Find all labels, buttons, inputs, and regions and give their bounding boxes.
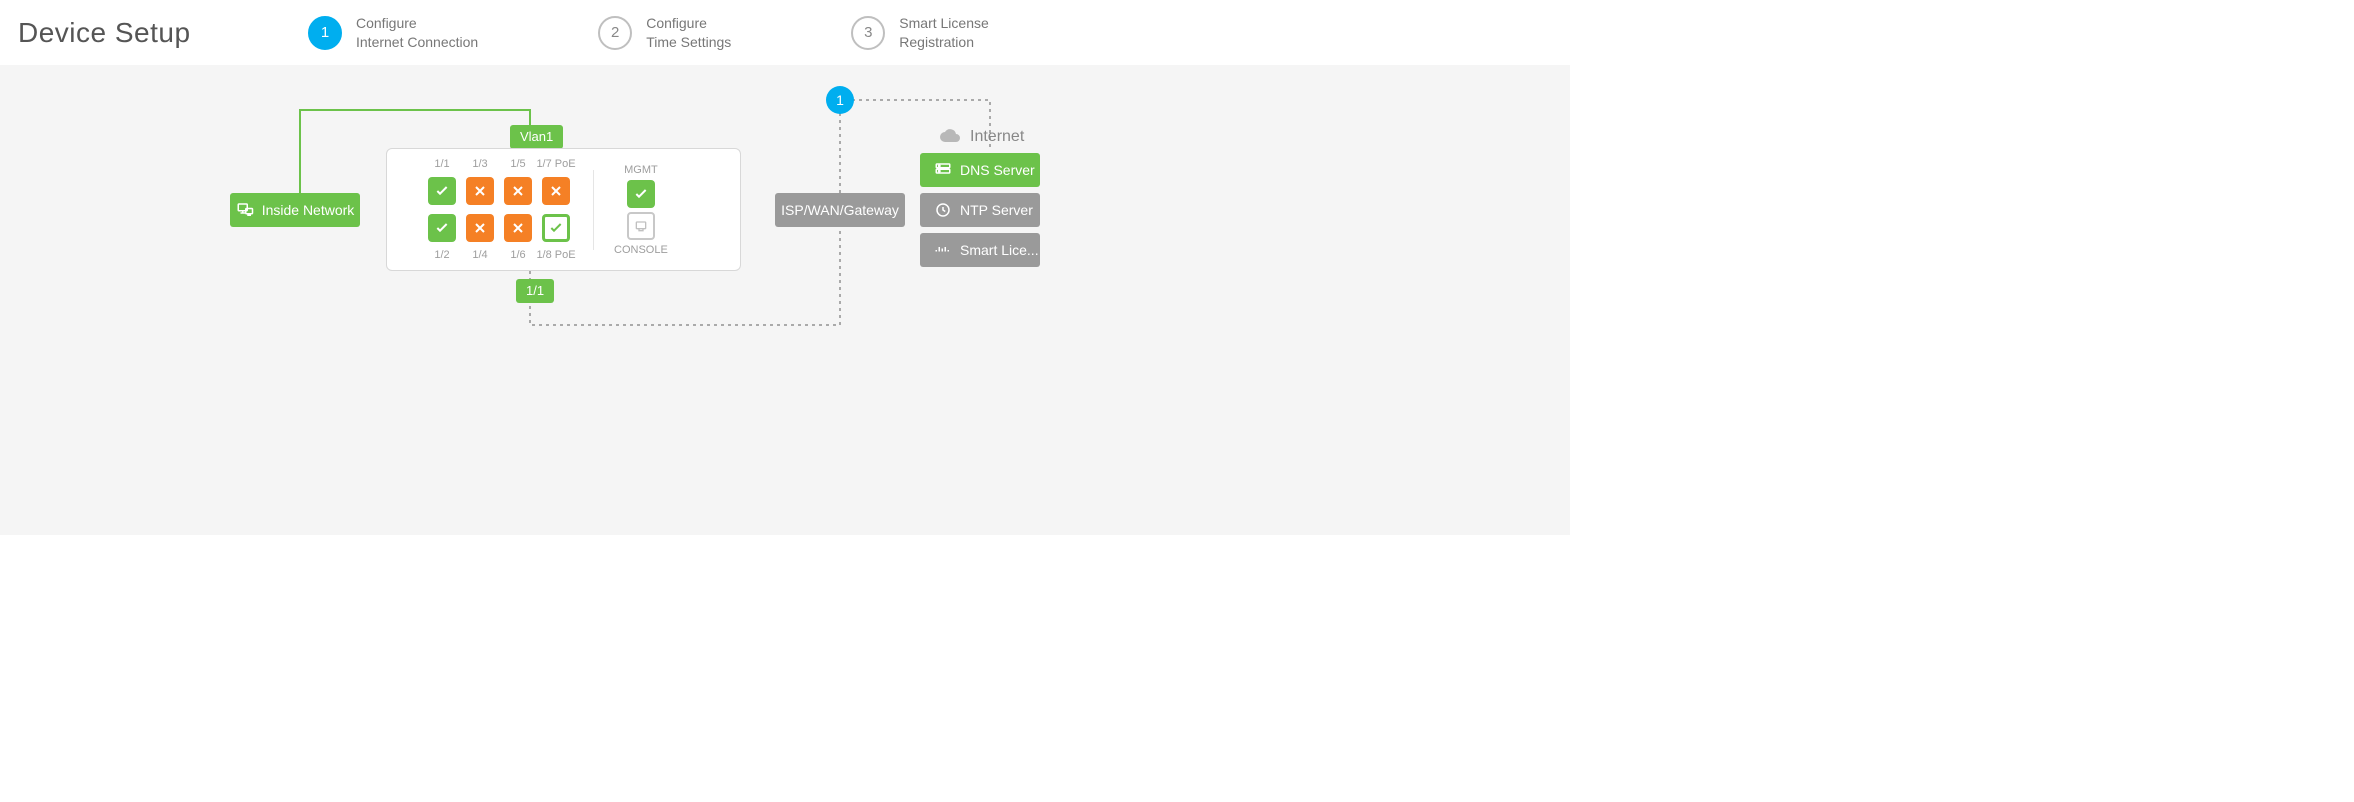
step-2[interactable]: 2 ConfigureTime Settings — [598, 14, 731, 52]
port-1-5[interactable] — [504, 177, 532, 205]
step-1-label: ConfigureInternet Connection — [356, 14, 478, 52]
dns-server-label: DNS Server — [960, 162, 1035, 178]
port-label-1-5: 1/5 — [510, 158, 525, 170]
console-label: CONSOLE — [614, 244, 668, 256]
port-label-1-7: 1/7 PoE — [536, 158, 575, 170]
inside-network-label: Inside Network — [262, 202, 355, 218]
port-label-1-1: 1/1 — [434, 158, 449, 170]
dns-server-button[interactable]: DNS Server — [920, 153, 1040, 187]
page-title: Device Setup — [18, 17, 308, 49]
device-card: 1/1 1/3 1/5 1/7 PoE 1/2 1/4 1/6 1/8 PoE … — [386, 148, 741, 271]
port-label-1-2: 1/2 — [434, 249, 449, 261]
port-label-1-4: 1/4 — [472, 249, 487, 261]
step-2-number: 2 — [598, 16, 632, 50]
step-badge: 1 — [826, 86, 854, 114]
isp-wan-gateway-button[interactable]: ISP/WAN/Gateway — [775, 193, 905, 227]
outside-tag: 1/1 — [516, 279, 554, 303]
wizard-steps: 1 ConfigureInternet Connection 2 Configu… — [308, 14, 989, 52]
port-1-7[interactable] — [542, 177, 570, 205]
ntp-server-button[interactable]: NTP Server — [920, 193, 1040, 227]
smart-license-button[interactable]: Smart Lice... — [920, 233, 1040, 267]
ntp-server-label: NTP Server — [960, 202, 1033, 218]
header: Device Setup 1 ConfigureInternet Connect… — [0, 0, 1570, 65]
port-1-4[interactable] — [466, 214, 494, 242]
port-label-1-6: 1/6 — [510, 249, 525, 261]
mgmt-label: MGMT — [624, 164, 658, 176]
topology-canvas: Vlan1 1/1 Inside Network 1/1 1/3 1/5 1/7… — [0, 65, 1570, 535]
cloud-icon — [938, 125, 962, 148]
isp-label: ISP/WAN/Gateway — [781, 202, 899, 218]
inside-network-button[interactable]: Inside Network — [230, 193, 360, 227]
port-console[interactable] — [627, 212, 655, 240]
step-3[interactable]: 3 Smart LicenseRegistration — [851, 14, 988, 52]
vlan-tag: Vlan1 — [510, 125, 563, 149]
network-icon — [236, 201, 254, 219]
step-1-number: 1 — [308, 16, 342, 50]
port-1-8[interactable] — [542, 214, 570, 242]
step-3-number: 3 — [851, 16, 885, 50]
port-1-3[interactable] — [466, 177, 494, 205]
cisco-icon — [934, 241, 952, 259]
step-2-label: ConfigureTime Settings — [646, 14, 731, 52]
internet-label: Internet — [938, 125, 1024, 148]
wiring-lines — [0, 65, 1570, 535]
port-divider — [593, 170, 594, 250]
port-label-1-3: 1/3 — [472, 158, 487, 170]
server-icon — [934, 161, 952, 179]
port-1-1[interactable] — [428, 177, 456, 205]
step-1[interactable]: 1 ConfigureInternet Connection — [308, 14, 478, 52]
management-column: MGMT CONSOLE — [614, 164, 668, 256]
step-3-label: Smart LicenseRegistration — [899, 14, 988, 52]
port-mgmt[interactable] — [627, 180, 655, 208]
smart-license-label: Smart Lice... — [960, 242, 1039, 258]
port-grid: 1/1 1/3 1/5 1/7 PoE 1/2 1/4 1/6 1/8 PoE — [425, 157, 573, 262]
port-label-1-8: 1/8 PoE — [536, 249, 575, 261]
port-1-6[interactable] — [504, 214, 532, 242]
port-1-2[interactable] — [428, 214, 456, 242]
clock-icon — [934, 201, 952, 219]
